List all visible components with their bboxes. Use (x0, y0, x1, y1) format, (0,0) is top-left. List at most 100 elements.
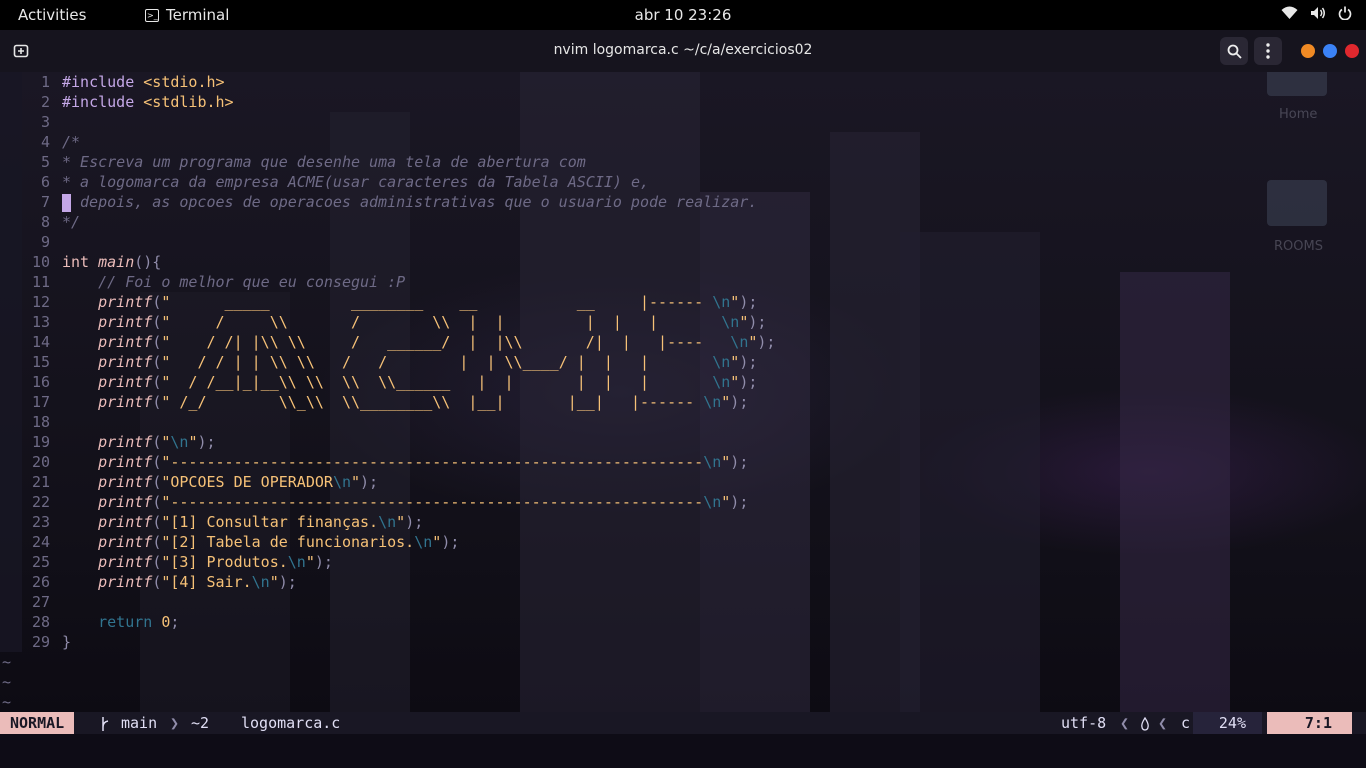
escape-sequence: \n (378, 513, 397, 531)
comment: * a logomarca da empresa ACME(usar carac… (62, 173, 649, 191)
line-number: 10 (31, 253, 50, 271)
line-number: 15 (31, 353, 50, 371)
code-editor[interactable]: 1 #include <stdio.h> 2 #include <stdlib.h>… (0, 72, 1366, 712)
string-literal: / /__|_|__\\ \\ \\ \\______ | | | | | (170, 373, 713, 391)
code-line: 12 printf(" _____ ________ __ __ |------… (0, 292, 1366, 312)
code-line: 9 (0, 232, 1366, 252)
code-line: 18 (0, 412, 1366, 432)
line-number: 8 (40, 213, 50, 231)
line-number: 9 (40, 233, 50, 251)
code-line: 19 printf("\n"); (0, 432, 1366, 452)
escape-sequence: \n (414, 533, 433, 551)
line-number: 7 (40, 193, 50, 211)
code-line: 6 * a logomarca da empresa ACME(usar cara… (0, 172, 1366, 192)
window-title: nvim logomarca.c ~/c/a/exercicios02 (553, 42, 813, 58)
code-line: 5 * Escreva um programa que desenhe uma t… (0, 152, 1366, 172)
line-number: 23 (31, 513, 50, 531)
git-branch-icon (100, 712, 110, 734)
git-branch: main (121, 714, 158, 732)
line-number: 13 (31, 313, 50, 331)
escape-sequence: \n (712, 373, 731, 391)
line-number: 5 (40, 153, 50, 171)
app-name: Terminal (166, 6, 230, 24)
text-cursor (62, 193, 71, 212)
closing-brace: } (62, 633, 72, 651)
activities-button[interactable]: Activities (18, 6, 86, 24)
escape-sequence: \n (703, 453, 722, 471)
comment: /* (62, 133, 81, 151)
comment: */ (62, 213, 81, 231)
code-line: 15 printf(" / / | | \\ \\ / / | | \\____… (0, 352, 1366, 372)
code-line: 26 printf("[4] Sair.\n"); (0, 572, 1366, 592)
line-number: 29 (31, 633, 50, 651)
code-line: 20 printf("-----------------------------… (0, 452, 1366, 472)
string-literal: / / | | \\ \\ / / | | \\____/ | | | (170, 353, 713, 371)
code-line: 7 depois, as opcoes de operacoes adminis… (0, 192, 1366, 212)
comment: depois, as opcoes de operacoes administr… (71, 193, 758, 211)
system-tray[interactable] (1281, 6, 1352, 20)
app-menu[interactable]: >_ Terminal (145, 6, 229, 24)
maximize-button[interactable] (1323, 44, 1337, 58)
function-call: printf (98, 293, 153, 311)
volume-icon (1311, 7, 1325, 19)
escape-sequence: \n (712, 353, 731, 371)
filename: logomarca.c (241, 714, 341, 732)
function-name: main (98, 253, 135, 271)
minimize-button[interactable] (1301, 44, 1315, 58)
code-line: 10 int main(){ (0, 252, 1366, 272)
function-call: printf (98, 393, 153, 411)
function-call: printf (98, 493, 153, 511)
code-line: 23 printf("[1] Consultar finanças.\n"); (0, 512, 1366, 532)
code-line: 17 printf(" /_/ \\_\\ \\________\\ |__| … (0, 392, 1366, 412)
line-number: 4 (40, 133, 50, 151)
function-call: printf (98, 373, 153, 391)
empty-line-marker: ~ (2, 673, 12, 691)
escape-sequence: \n (730, 333, 749, 351)
string-literal: / \\ / \\ | | | | | (170, 313, 722, 331)
string-literal: [4] Sair. (170, 573, 252, 591)
line-number: 6 (40, 173, 50, 191)
line-number: 12 (31, 293, 50, 311)
terminal-headerbar: nvim logomarca.c ~/c/a/exercicios02 (0, 30, 1366, 72)
string-literal: [3] Produtos. (170, 553, 288, 571)
line-number: 25 (31, 553, 50, 571)
escape-sequence: \n (703, 393, 722, 411)
separator-chevron-icon: ❮ (1158, 714, 1168, 732)
code-line: 29} (0, 632, 1366, 652)
git-changes: ~2 (191, 714, 210, 732)
wifi-icon (1281, 6, 1298, 19)
line-number: 17 (31, 393, 50, 411)
close-button[interactable] (1345, 44, 1359, 58)
line-number: 28 (31, 613, 50, 631)
line-number: 2 (40, 93, 50, 111)
string-literal: [1] Consultar finanças. (170, 513, 379, 531)
function-call: printf (98, 453, 153, 471)
line-number: 27 (31, 593, 50, 611)
string-literal: ----------------------------------------… (170, 493, 704, 511)
comment: // Foi o melhor que eu consegui :P (98, 273, 406, 291)
escape-sequence: \n (712, 293, 731, 311)
search-button[interactable] (1220, 37, 1248, 65)
include-header: <stdio.h> (143, 73, 225, 91)
separator-chevron-icon: ❮ (1120, 714, 1130, 732)
code-line: 14 printf(" / /| |\\ \\ / ______/ | |\\ … (0, 332, 1366, 352)
line-number: 26 (31, 573, 50, 591)
comment: * Escreva um programa que desenhe uma te… (62, 153, 586, 171)
power-icon (1338, 6, 1352, 20)
new-tab-button[interactable] (8, 39, 34, 63)
function-call: printf (98, 333, 153, 351)
function-call: printf (98, 473, 153, 491)
cursor-position: 7:1 (1266, 712, 1352, 734)
escape-sequence: \n (287, 553, 306, 571)
top-bar: Activities >_ Terminal abr 10 23:26 (0, 0, 1366, 30)
line-number: 1 (40, 73, 50, 91)
line-number: 11 (31, 273, 50, 291)
line-number: 16 (31, 373, 50, 391)
line-number: 18 (31, 413, 50, 431)
punctuation: (){ (134, 253, 162, 271)
empty-line-marker: ~ (2, 693, 12, 711)
empty-line-marker: ~ (2, 653, 12, 671)
code-line: 1 #include <stdio.h> (0, 72, 1366, 92)
menu-button[interactable] (1254, 37, 1282, 65)
function-call: printf (98, 353, 153, 371)
